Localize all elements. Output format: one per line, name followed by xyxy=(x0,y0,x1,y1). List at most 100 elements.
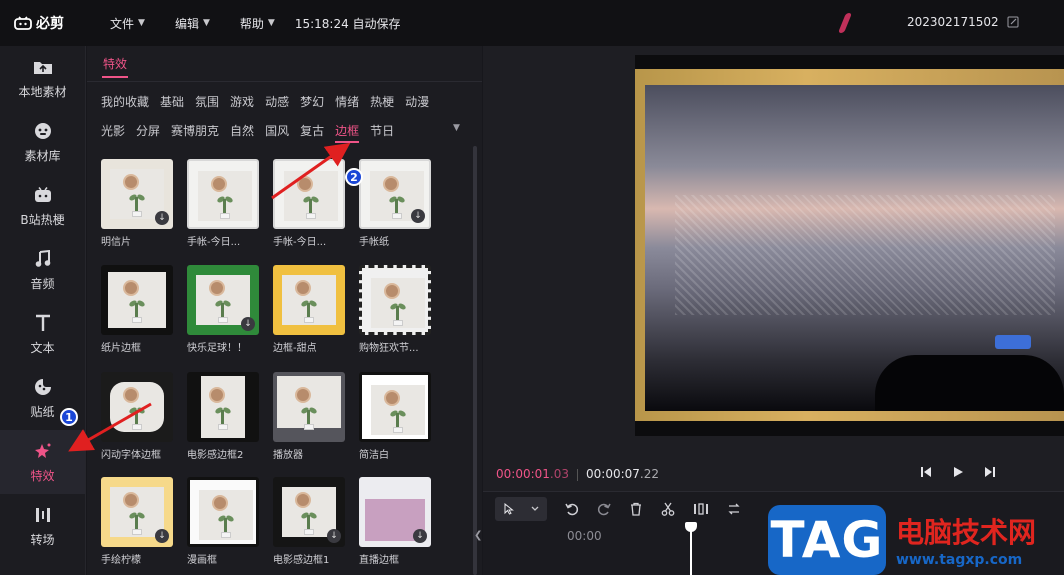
category-game[interactable]: 游戏 xyxy=(230,93,254,110)
category-anime[interactable]: 动漫 xyxy=(405,93,429,110)
project-name-label: 202302171502 xyxy=(907,15,999,29)
menu-help[interactable]: 帮助 ▼ xyxy=(240,0,275,46)
category-atmosphere[interactable]: 氛围 xyxy=(195,93,219,110)
chevron-down-icon: ▼ xyxy=(202,18,210,28)
nav-item-label: 文本 xyxy=(30,340,55,355)
effect-card[interactable]: ↓ 直播边框 xyxy=(359,477,431,566)
panel-scrollbar[interactable] xyxy=(473,146,477,575)
effect-card[interactable]: 电影感边框2 xyxy=(187,372,259,461)
download-icon[interactable]: ↓ xyxy=(411,209,425,223)
replace-icon[interactable] xyxy=(727,502,741,516)
download-icon[interactable]: ↓ xyxy=(155,529,169,543)
effect-label: 电影感边框1 xyxy=(273,555,330,566)
effect-card[interactable]: 简洁白 xyxy=(359,372,431,461)
download-icon[interactable]: ↓ xyxy=(413,529,427,543)
undo-icon[interactable] xyxy=(565,502,579,516)
category-hot-memes[interactable]: 热梗 xyxy=(370,93,394,110)
category-dreamy[interactable]: 梦幻 xyxy=(300,93,324,110)
category-emotion[interactable]: 情绪 xyxy=(335,93,359,110)
effect-label: 手帐-今日... xyxy=(273,237,327,248)
sparkle-icon xyxy=(33,441,53,461)
effect-thumbnail: ↓ xyxy=(187,265,259,335)
effect-card[interactable]: ↓ 手绘柠檬 xyxy=(101,477,173,566)
category-cyberpunk[interactable]: 赛博朋克 xyxy=(171,122,219,143)
skip-back-icon[interactable] xyxy=(920,466,932,478)
nav-item-library[interactable]: 素材库 xyxy=(0,110,85,174)
logo-icon xyxy=(14,16,32,30)
project-name[interactable]: 202302171502 xyxy=(907,15,1019,29)
effect-label: 电影感边框2 xyxy=(187,450,244,461)
category-border[interactable]: 边框 xyxy=(335,122,360,143)
upload-folder-icon xyxy=(33,57,53,77)
menu-edit-label: 编辑 xyxy=(174,16,199,31)
chevron-left-icon[interactable]: ❮ xyxy=(474,530,482,550)
video-phone xyxy=(995,335,1031,349)
nav-item-local-media[interactable]: 本地素材 xyxy=(0,46,85,110)
video-preview[interactable] xyxy=(635,55,1064,436)
download-icon[interactable]: ↓ xyxy=(241,317,255,331)
delete-icon[interactable] xyxy=(629,502,643,516)
effect-card[interactable]: ↓ 手帐纸 xyxy=(359,159,431,248)
effect-card[interactable]: 播放器 xyxy=(273,372,345,461)
effect-card[interactable]: 手帐-今日... xyxy=(187,159,259,248)
category-row-2: 光影 分屏 赛博朋克 自然 国风 复古 边框 节日 xyxy=(101,122,394,143)
nav-item-text[interactable]: 文本 xyxy=(0,302,85,366)
category-light-shadow[interactable]: 光影 xyxy=(101,122,125,143)
redo-icon[interactable] xyxy=(597,502,611,516)
category-split-screen[interactable]: 分屏 xyxy=(136,122,160,143)
chevron-down-icon[interactable]: ▼ xyxy=(453,123,460,133)
split-frame-icon[interactable] xyxy=(693,502,709,516)
category-basic[interactable]: 基础 xyxy=(160,93,184,110)
nav-item-label: 转场 xyxy=(30,532,55,547)
nav-item-bilibili-memes[interactable]: B站热梗 xyxy=(0,174,85,238)
nav-item-effects[interactable]: 特效 xyxy=(0,430,85,494)
category-favorites[interactable]: 我的收藏 xyxy=(101,93,149,110)
effect-label: 手绘柠檬 xyxy=(101,555,141,566)
menu-edit[interactable]: 编辑 ▼ xyxy=(175,0,210,46)
text-t-icon xyxy=(33,313,53,333)
step-badge-1: 1 xyxy=(60,408,78,426)
category-retro[interactable]: 复古 xyxy=(300,122,324,143)
skip-forward-icon[interactable] xyxy=(984,466,996,478)
effect-thumbnail xyxy=(359,372,431,442)
effect-label: 快乐足球！！ xyxy=(187,343,247,354)
effect-label: 明信片 xyxy=(101,237,131,248)
effect-label: 纸片边框 xyxy=(101,343,141,354)
effect-card[interactable]: 漫画框 xyxy=(187,477,259,566)
menu-file-label: 文件 xyxy=(110,16,135,31)
play-icon[interactable] xyxy=(952,466,964,478)
effect-card[interactable]: 手帐-今日... xyxy=(273,159,345,248)
nav-item-audio[interactable]: 音频 xyxy=(0,238,85,302)
download-icon[interactable]: ↓ xyxy=(327,529,341,543)
top-bar: 必剪 文件 ▼ 编辑 ▼ 帮助 ▼ 15:18:24 自动保存 20230217… xyxy=(0,0,1064,46)
edit-pencil-icon[interactable] xyxy=(1007,16,1019,28)
effect-card[interactable]: ↓ 明信片 xyxy=(101,159,173,248)
select-tool-dropdown[interactable] xyxy=(495,497,547,521)
category-festival[interactable]: 节日 xyxy=(370,122,394,143)
effect-thumbnail xyxy=(273,265,345,335)
download-icon[interactable]: ↓ xyxy=(155,211,169,225)
watermark-tag-logo: TAG xyxy=(768,505,886,575)
effect-card[interactable]: 购物狂欢节... xyxy=(359,265,431,354)
category-nature[interactable]: 自然 xyxy=(230,122,254,143)
app-name: 必剪 xyxy=(36,16,64,32)
watermark-title: 电脑技术网 xyxy=(896,516,1037,549)
effect-thumbnail: ↓ xyxy=(101,477,173,547)
chevron-down-icon: ▼ xyxy=(138,18,145,28)
tab-effects[interactable]: 特效 xyxy=(103,55,127,72)
menu-file[interactable]: 文件 ▼ xyxy=(110,0,145,46)
scissors-icon[interactable] xyxy=(661,502,675,516)
brush-stroke-decoration xyxy=(837,13,853,33)
effect-card[interactable]: ↓ 电影感边框1 xyxy=(273,477,345,566)
nav-item-label: 特效 xyxy=(30,468,55,483)
effect-card[interactable]: ↓ 快乐足球！！ xyxy=(187,265,259,354)
category-chinese-style[interactable]: 国风 xyxy=(265,122,289,143)
effect-card[interactable]: 纸片边框 xyxy=(101,265,173,354)
effect-card[interactable]: 边框-甜点 xyxy=(273,265,345,354)
effect-card[interactable]: 闪动字体边框 xyxy=(101,372,173,461)
nav-item-transitions[interactable]: 转场 xyxy=(0,494,85,558)
timeline-toolbar xyxy=(495,497,741,521)
playhead[interactable] xyxy=(690,524,692,575)
category-dynamic[interactable]: 动感 xyxy=(265,93,289,110)
divider xyxy=(87,81,482,82)
